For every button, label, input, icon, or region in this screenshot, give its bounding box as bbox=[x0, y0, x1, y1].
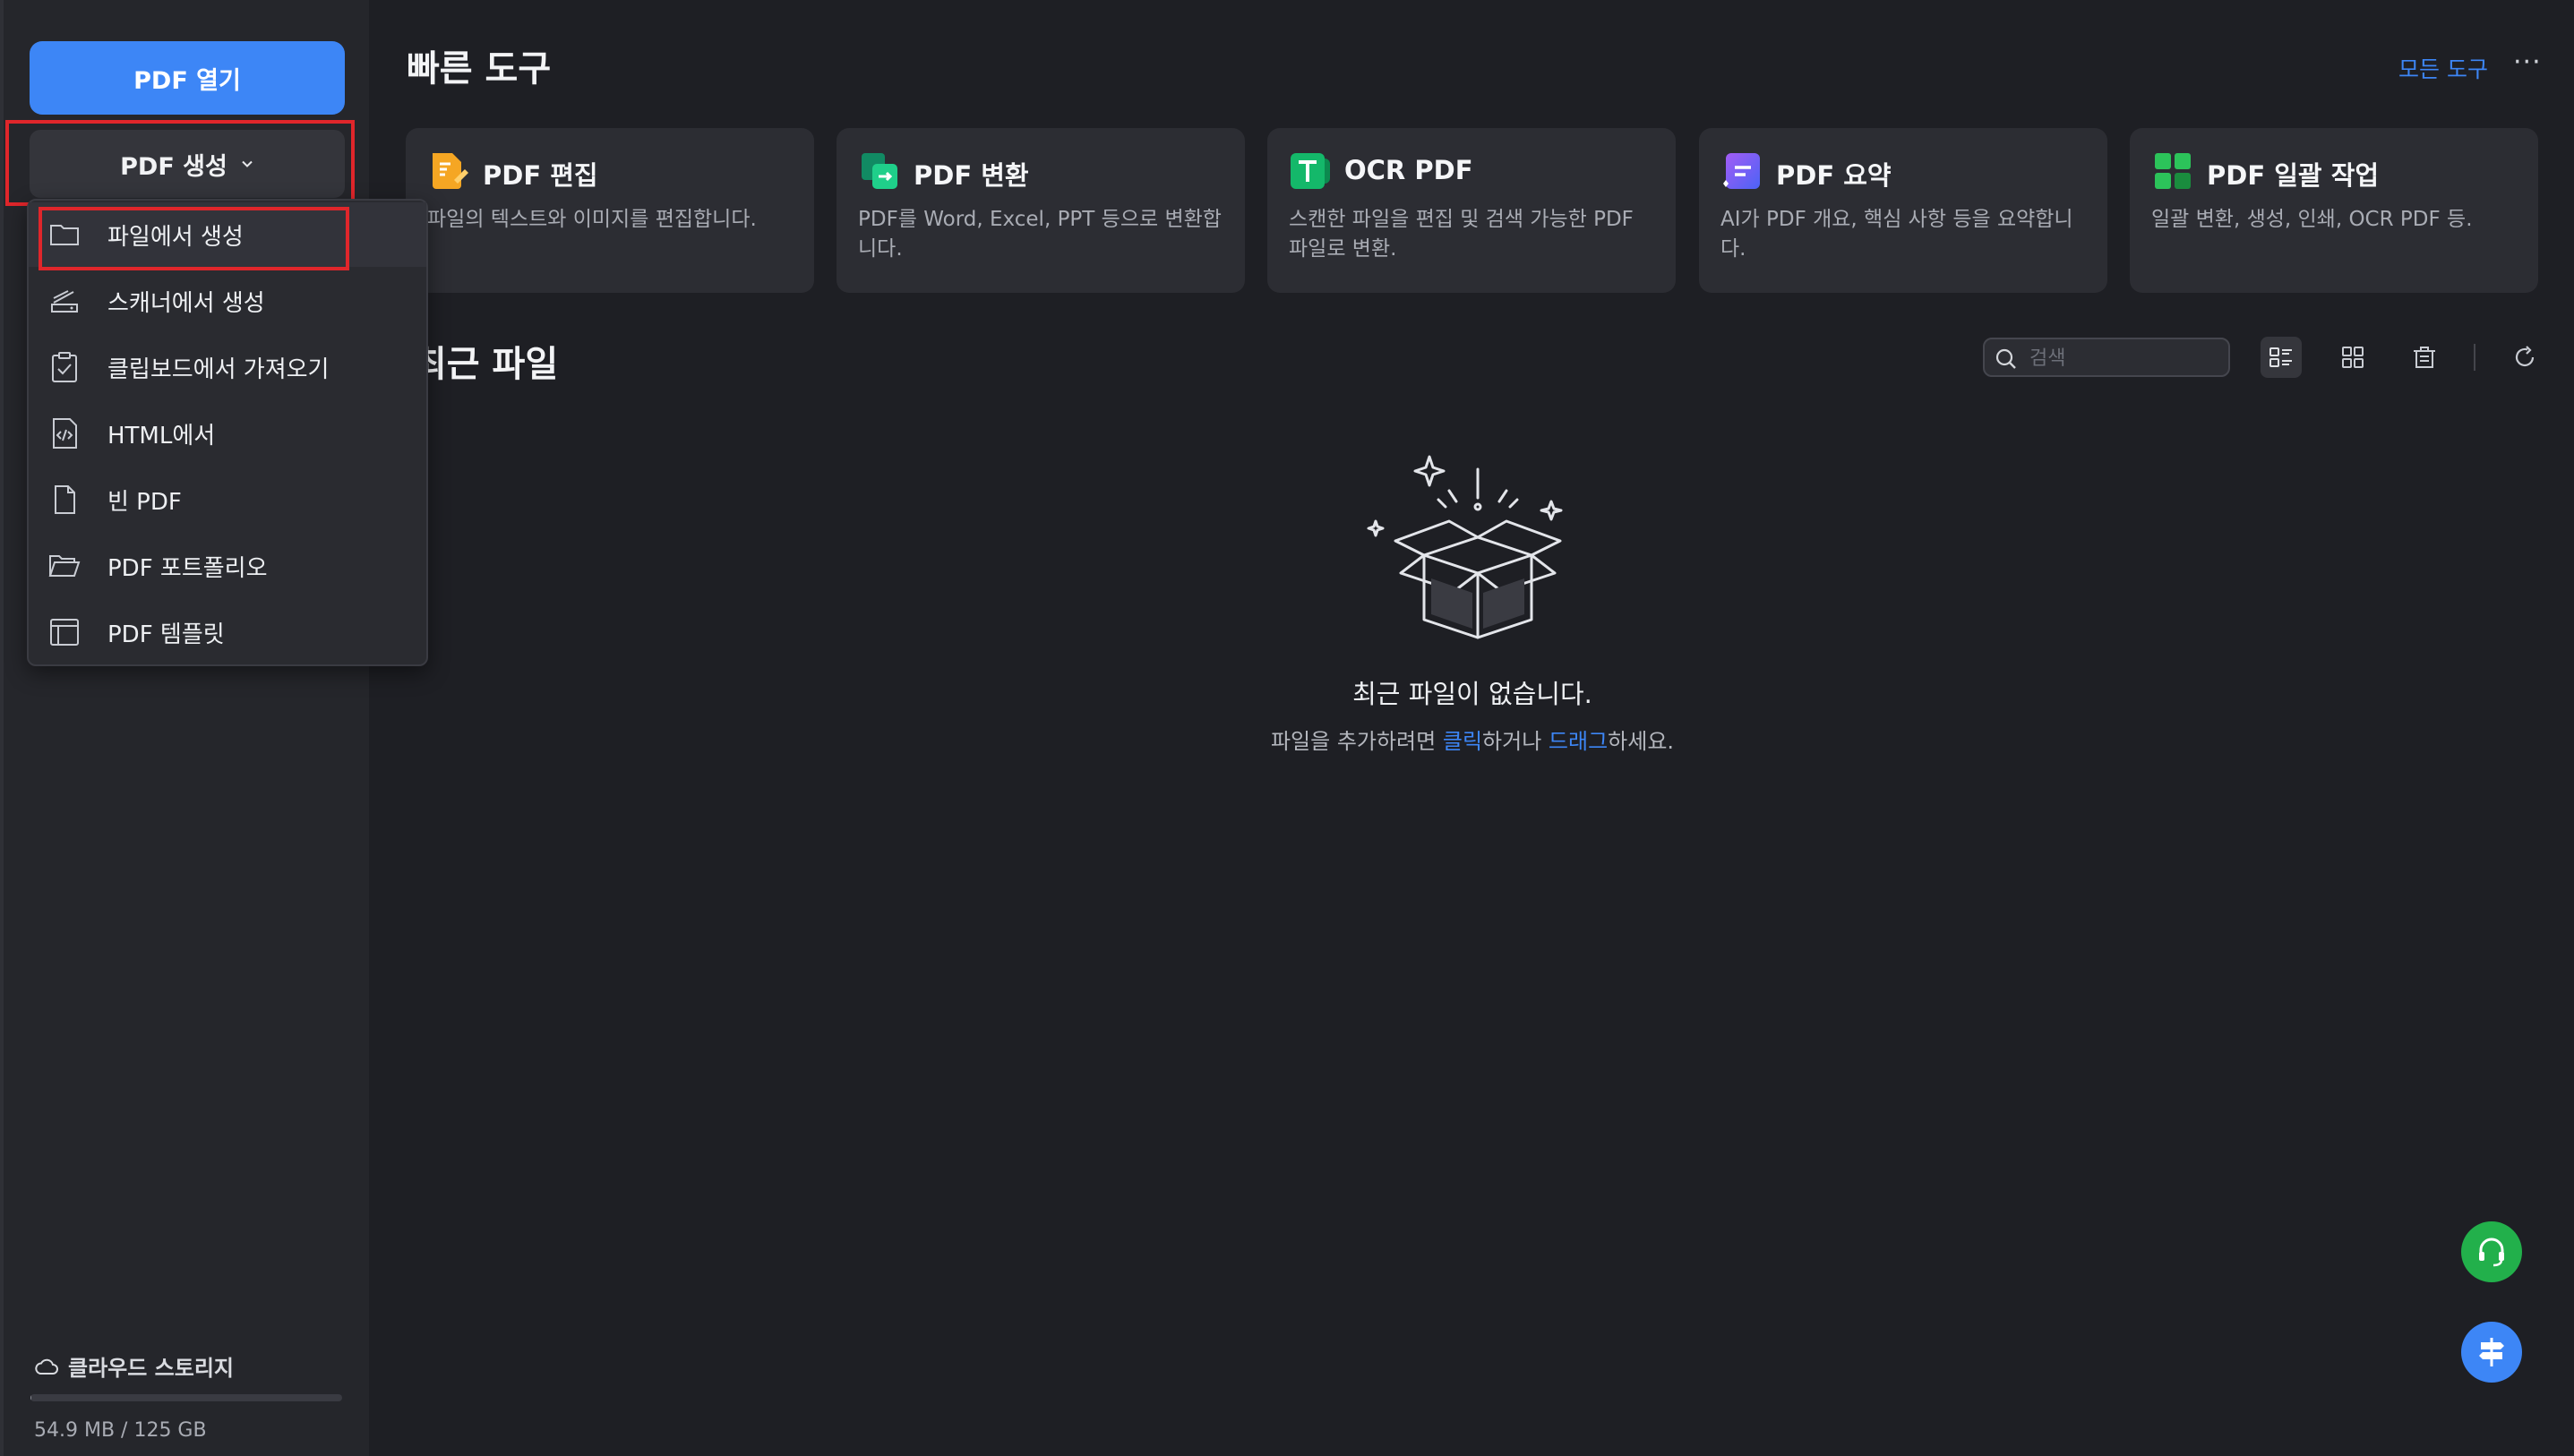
menu-item-label: PDF 포트폴리오 bbox=[107, 554, 268, 582]
empty-box-illustration bbox=[1367, 455, 1563, 639]
scanner-icon bbox=[51, 290, 78, 313]
convert-pdf-icon bbox=[862, 153, 897, 189]
signpost-icon bbox=[2479, 1338, 2504, 1366]
clear-recent-button[interactable] bbox=[2404, 337, 2445, 378]
quick-tools-title: 빠른 도구 bbox=[407, 48, 552, 90]
menu-item-from-clipboard[interactable]: 클립보드에서 가져오기 bbox=[29, 335, 426, 399]
empty-state-text: 하거나 bbox=[1482, 729, 1549, 754]
recent-files-title: 최근 파일 bbox=[414, 344, 559, 385]
feedback-button[interactable] bbox=[2461, 1322, 2522, 1383]
all-tools-link[interactable]: 모든 도구 bbox=[2398, 52, 2488, 84]
template-icon bbox=[50, 619, 79, 646]
tool-card-description: AI가 PDF 개요, 핵심 사항 등을 요약합니다. bbox=[1720, 208, 2073, 261]
menu-item-label: 클립보드에서 가져오기 bbox=[107, 355, 330, 383]
recent-files-search[interactable] bbox=[1983, 338, 2230, 377]
menu-item-pdf-portfolio[interactable]: PDF 포트폴리오 bbox=[29, 534, 426, 598]
tool-card-title: PDF 요약 bbox=[1776, 160, 1892, 191]
grid-view-button[interactable] bbox=[2332, 337, 2373, 378]
create-pdf-dropdown-menu: 파일에서 생성 스캐너에서 생성 클립보드에서 가져오기 HTML에서 빈 PD… bbox=[27, 199, 428, 666]
ai-summary-icon bbox=[1723, 153, 1760, 189]
menu-item-pdf-template[interactable]: PDF 템플릿 bbox=[29, 600, 426, 664]
tool-card-convert-pdf[interactable]: PDF 변환 PDF를 Word, Excel, PPT 등으로 변환합니다. bbox=[837, 128, 1245, 293]
tool-card-batch-pdf[interactable]: PDF 일괄 작업 일괄 변환, 생성, 인쇄, OCR PDF 등. bbox=[2130, 128, 2538, 293]
click-to-add-link[interactable]: 클릭 bbox=[1443, 729, 1482, 754]
refresh-icon bbox=[2515, 346, 2535, 367]
tool-card-title: PDF 변환 bbox=[914, 160, 1029, 191]
tool-card-title: OCR PDF bbox=[1344, 155, 1473, 185]
menu-item-label: 스캐너에서 생성 bbox=[107, 289, 265, 317]
ocr-pdf-icon bbox=[1291, 153, 1330, 189]
storage-usage-text: 54.9 MB / 125 GB bbox=[34, 1419, 207, 1442]
empty-state-title: 최근 파일이 없습니다. bbox=[1352, 679, 1592, 709]
tool-card-description: 스캔한 파일을 편집 및 검색 가능한 PDF 파일로 변환. bbox=[1289, 208, 1634, 261]
toolbar-divider bbox=[2474, 344, 2475, 371]
html-code-icon bbox=[53, 418, 77, 449]
empty-state-subtitle: 파일을 추가하려면 클릭하거나 드래그하세요. bbox=[1213, 724, 1732, 755]
tool-card-description: PDF를 Word, Excel, PPT 등으로 변환합니다. bbox=[858, 208, 1222, 261]
create-pdf-highlight-box bbox=[5, 120, 355, 206]
refresh-button[interactable] bbox=[2504, 337, 2545, 378]
menu-item-label: HTML에서 bbox=[107, 422, 216, 450]
customer-support-button[interactable] bbox=[2461, 1221, 2522, 1282]
tool-card-description: 일괄 변환, 생성, 인쇄, OCR PDF 등. bbox=[2151, 208, 2473, 231]
tool-card-title: PDF 일괄 작업 bbox=[2207, 160, 2380, 191]
grid-view-icon bbox=[2342, 347, 2364, 368]
tool-card-description: 파일의 텍스트와 이미지를 편집합니다. bbox=[427, 208, 757, 231]
menu-item-label: 빈 PDF bbox=[107, 488, 182, 516]
batch-grid-icon bbox=[2155, 153, 2191, 189]
clipboard-icon bbox=[52, 352, 77, 382]
storage-progress-bar bbox=[30, 1394, 342, 1401]
cloud-icon bbox=[35, 1358, 58, 1375]
tool-card-title: PDF 편집 bbox=[483, 160, 598, 191]
folder-icon bbox=[50, 225, 79, 245]
menu-item-blank-pdf[interactable]: 빈 PDF bbox=[29, 467, 426, 532]
search-input[interactable] bbox=[2029, 343, 2221, 373]
tool-card-edit-pdf[interactable]: PDF 편집 파일의 텍스트와 이미지를 편집합니다. bbox=[406, 128, 814, 293]
open-folder-icon bbox=[48, 555, 81, 577]
empty-state-text: 하세요. bbox=[1608, 729, 1675, 754]
headset-icon bbox=[2479, 1238, 2504, 1267]
list-view-button[interactable] bbox=[2261, 337, 2302, 378]
tool-card-summarize-pdf[interactable]: PDF 요약 AI가 PDF 개요, 핵심 사항 등을 요약합니다. bbox=[1699, 128, 2107, 293]
cloud-storage-label: 클라우드 스토리지 bbox=[68, 1356, 234, 1381]
menu-item-from-file[interactable]: 파일에서 생성 bbox=[29, 202, 426, 267]
more-options-button[interactable]: ··· bbox=[2513, 47, 2542, 78]
blank-page-icon bbox=[55, 485, 75, 514]
trash-icon bbox=[2414, 347, 2435, 368]
cloud-storage-link[interactable]: 클라우드 스토리지 bbox=[34, 1350, 234, 1382]
list-view-icon bbox=[2269, 347, 2292, 367]
edit-pdf-icon bbox=[433, 153, 468, 189]
empty-state-text: 파일을 추가하려면 bbox=[1270, 729, 1443, 754]
search-icon bbox=[1995, 348, 2016, 369]
menu-item-from-scanner[interactable]: 스캐너에서 생성 bbox=[29, 269, 426, 333]
menu-item-from-html[interactable]: HTML에서 bbox=[29, 401, 426, 466]
drag-to-add-link[interactable]: 드래그 bbox=[1549, 729, 1608, 754]
app-window: PDF 열기 PDF 생성 클라우드 스토리지 54.9 MB / 125 GB… bbox=[0, 0, 2574, 1456]
tool-card-ocr-pdf[interactable]: OCR PDF 스캔한 파일을 편집 및 검색 가능한 PDF 파일로 변환. bbox=[1267, 128, 1676, 293]
menu-item-label: PDF 템플릿 bbox=[107, 621, 225, 648]
open-pdf-button[interactable]: PDF 열기 bbox=[30, 41, 345, 115]
menu-item-label: 파일에서 생성 bbox=[107, 223, 244, 251]
